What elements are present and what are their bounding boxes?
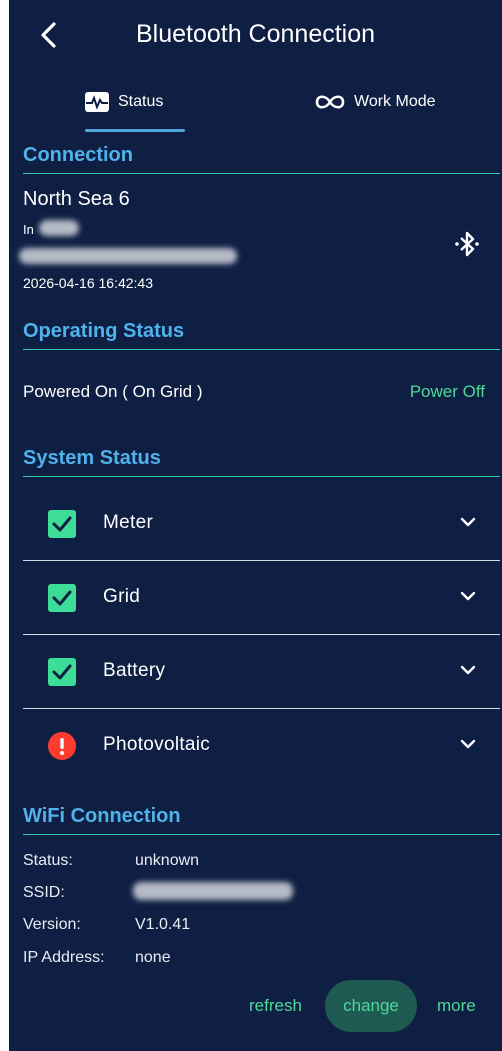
error-icon [48, 732, 76, 760]
wifi-section-title: WiFi Connection [23, 805, 181, 827]
operating-section-title: Operating Status [23, 320, 185, 342]
page-title: Bluetooth Connection [135, 20, 376, 48]
connection-timestamp: 2026-04-16 16:42:43 [23, 275, 153, 291]
wifi-ip-label: IP Address: [23, 949, 105, 966]
chevron-down-icon [460, 517, 476, 527]
check-icon [48, 584, 76, 612]
active-tab-indicator [85, 129, 185, 132]
connection-section-title: Connection [23, 144, 133, 166]
system-item-label: Battery [103, 660, 166, 681]
check-icon [48, 658, 76, 686]
device-name: North Sea 6 [23, 188, 130, 210]
wifi-version-label: Version: [23, 916, 81, 933]
pulse-icon [85, 92, 109, 112]
wifi-status-label: Status: [23, 852, 73, 869]
power-off-button[interactable]: Power Off [410, 382, 485, 402]
system-section-title: System Status [23, 447, 161, 469]
wifi-version-value: V1.0.41 [135, 916, 191, 933]
divider [23, 173, 500, 174]
check-icon [48, 510, 76, 538]
redacted-serial [19, 248, 237, 264]
system-item-grid[interactable]: Grid [23, 562, 500, 634]
system-item-label: Grid [103, 586, 141, 607]
redacted-location [39, 220, 79, 236]
wifi-ssid-label: SSID: [23, 884, 65, 901]
refresh-button[interactable]: refresh [249, 996, 302, 1016]
divider [23, 834, 500, 835]
system-item-label: Photovoltaic [103, 734, 211, 755]
wifi-status-value: unknown [135, 852, 200, 869]
tab-work-mode[interactable]: Work Mode [315, 84, 436, 120]
chevron-down-icon [460, 591, 476, 601]
change-button[interactable]: change [325, 980, 417, 1032]
divider [23, 476, 500, 477]
tab-status-label: Status [118, 93, 164, 110]
wifi-ip-value: none [135, 949, 171, 966]
redacted-ssid [133, 882, 293, 900]
tab-bar: Status Work Mode [9, 84, 502, 134]
divider [23, 560, 500, 561]
infinity-icon [315, 95, 345, 109]
header: Bluetooth Connection [9, 0, 502, 70]
chevron-down-icon [460, 739, 476, 749]
system-item-battery[interactable]: Battery [23, 636, 500, 708]
system-item-label: Meter [103, 512, 154, 533]
system-item-meter[interactable]: Meter [23, 488, 500, 560]
bluetooth-icon [453, 230, 481, 263]
app-screen: Bluetooth Connection Status Work Mode Co… [9, 0, 502, 1051]
tab-status[interactable]: Status [85, 84, 163, 120]
divider [23, 349, 500, 350]
divider [23, 708, 500, 709]
system-item-photovoltaic[interactable]: Photovoltaic [23, 710, 500, 782]
more-button[interactable]: more [437, 996, 476, 1016]
operating-status-text: Powered On ( On Grid ) [23, 382, 203, 401]
tab-work-mode-label: Work Mode [354, 93, 436, 110]
device-location-prefix: In [23, 222, 34, 237]
divider [23, 634, 500, 635]
chevron-down-icon [460, 665, 476, 675]
